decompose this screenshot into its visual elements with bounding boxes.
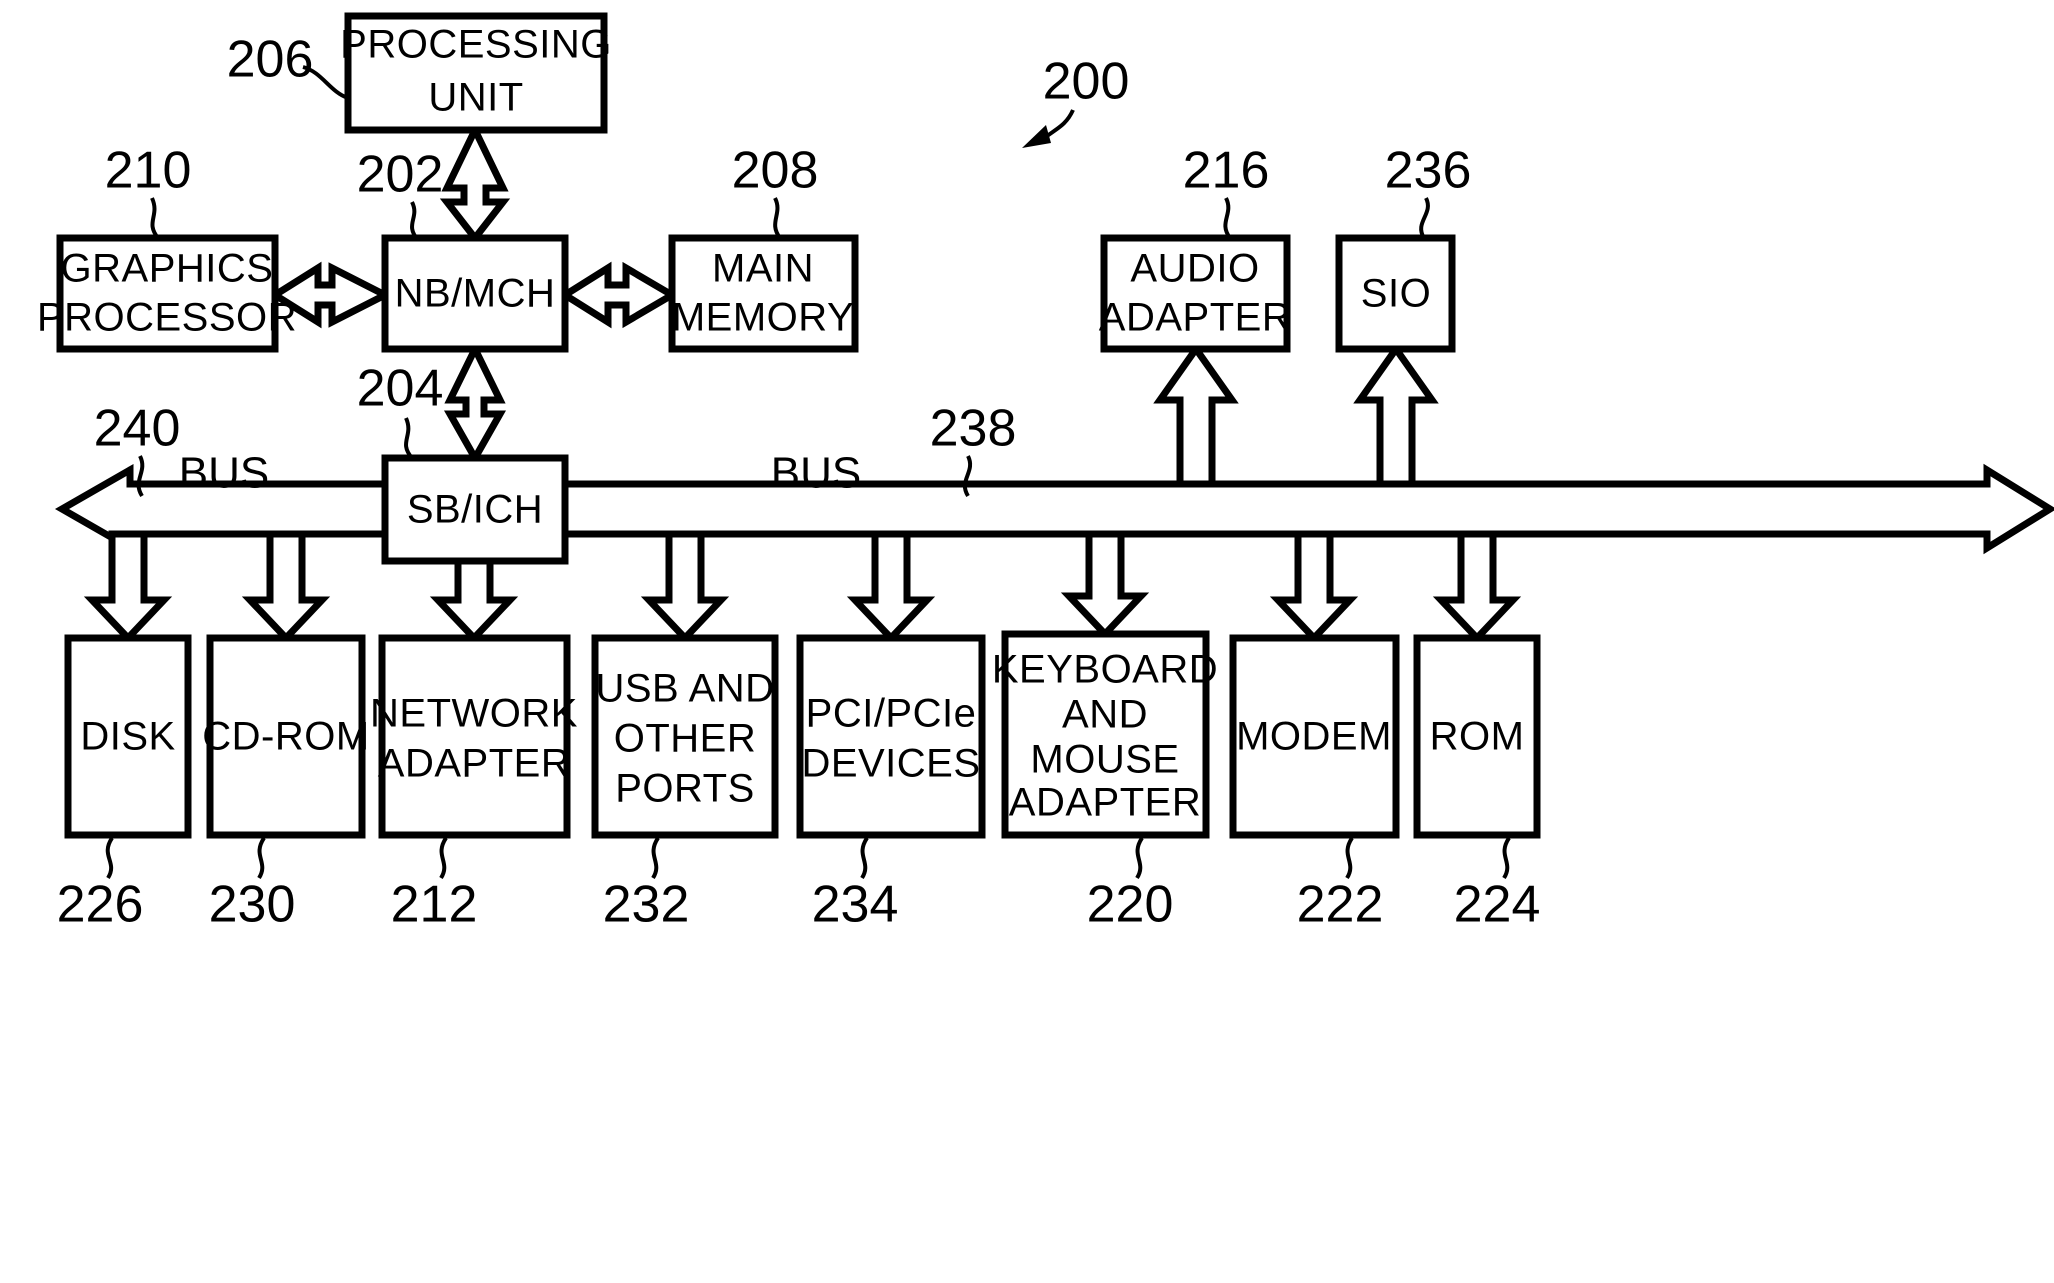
box-keyboard-and-mouse-adapter[interactable]: KEYBOARD AND MOUSE ADAPTER — [992, 630, 1218, 839]
nb-mch-label: NB/MCH — [395, 272, 556, 316]
box-audio-adapter[interactable]: AUDIO ADAPTER — [1099, 234, 1291, 353]
riser-stem-sio — [1353, 342, 1439, 488]
bus-riser-stems — [1153, 342, 1439, 488]
ref-234: 234 — [812, 876, 899, 934]
graphics-processor-label-line1: GRAPHICS — [61, 247, 274, 291]
processing-unit-label-line1: PROCESSING — [340, 23, 612, 67]
box-sio[interactable]: SIO — [1335, 234, 1456, 353]
box-main-memory[interactable]: MAIN MEMORY — [668, 234, 859, 353]
pci-label-line1: PCI/PCIe — [806, 692, 977, 736]
arrow-nbmch-memory — [558, 261, 679, 329]
leader-216 — [1223, 197, 1232, 240]
ref-222: 222 — [1297, 876, 1384, 934]
box-modem[interactable]: MODEM — [1229, 634, 1400, 839]
box-cd-rom[interactable]: CD-ROM — [202, 634, 369, 839]
network-adapter-rect[interactable] — [378, 634, 571, 839]
leader-202 — [410, 201, 420, 242]
leader-204 — [404, 417, 414, 460]
sio-label: SIO — [1361, 272, 1431, 316]
audio-adapter-label-line1: AUDIO — [1130, 247, 1259, 291]
pci-pcie-devices-rect[interactable] — [796, 634, 986, 839]
main-memory-label-line1: MAIN — [712, 247, 814, 291]
drop-stem-disk — [83, 530, 173, 644]
kbm-label-line1: KEYBOARD — [992, 648, 1218, 692]
leader-212 — [439, 836, 448, 880]
kbm-label-line3: MOUSE — [1030, 738, 1179, 782]
drop-stem-usb — [640, 530, 730, 644]
ref-236: 236 — [1385, 142, 1472, 200]
block-diagram: PROCESSING UNIT GRAPHICS PROCESSOR NB/MC… — [37, 12, 2054, 934]
ref-204: 204 — [357, 360, 444, 418]
drop-stem-network — [429, 557, 519, 644]
box-disk[interactable]: DISK — [64, 634, 192, 839]
box-processing-unit[interactable]: PROCESSING UNIT — [340, 12, 612, 134]
rom-label: ROM — [1430, 715, 1525, 759]
figure-ref-number: 200 — [1043, 53, 1130, 111]
processing-unit-label-line2: UNIT — [428, 76, 523, 120]
ref-232: 232 — [603, 876, 690, 934]
ref-216: 216 — [1183, 142, 1270, 200]
drop-stem-rom — [1432, 530, 1522, 644]
bus-drop-stems — [83, 530, 1522, 644]
usb-label-line3: PORTS — [615, 767, 755, 811]
bus-label-right: BUS — [771, 449, 861, 498]
leader-224 — [1502, 836, 1511, 880]
figure-reference-200: 200 — [1022, 53, 1129, 148]
cd-rom-label: CD-ROM — [202, 715, 369, 759]
leader-220 — [1135, 836, 1144, 880]
figure-canvas: PROCESSING UNIT GRAPHICS PROCESSOR NB/MC… — [0, 0, 2054, 1283]
leader-210 — [150, 197, 160, 240]
ref-224: 224 — [1454, 876, 1541, 934]
leader-208 — [773, 197, 782, 240]
drop-stem-cdrom — [241, 530, 331, 644]
arrow-pu-nbmch — [439, 121, 511, 244]
box-rom[interactable]: ROM — [1413, 634, 1541, 839]
leader-232 — [651, 836, 660, 880]
box-nb-mch[interactable]: NB/MCH — [381, 234, 569, 353]
ref-212: 212 — [391, 876, 478, 934]
box-sb-ich[interactable]: SB/ICH — [381, 454, 569, 565]
modem-label: MODEM — [1236, 715, 1392, 759]
drop-stem-pci — [846, 530, 936, 644]
ref-210: 210 — [105, 142, 192, 200]
drop-stem-modem — [1269, 530, 1359, 644]
graphics-processor-label-line2: PROCESSOR — [37, 296, 297, 340]
ref-240: 240 — [94, 400, 181, 458]
figure-ref-arrowhead — [1022, 125, 1051, 148]
leader-236 — [1419, 197, 1430, 240]
leader-222 — [1345, 836, 1354, 880]
bus-label-left: BUS — [179, 449, 269, 498]
leader-234 — [860, 836, 869, 880]
ref-220: 220 — [1087, 876, 1174, 934]
leader-226 — [105, 836, 114, 880]
usb-label-line2: OTHER — [614, 717, 757, 761]
usb-label-line1: USB AND — [595, 667, 774, 711]
network-adapter-label-line1: NETWORK — [370, 692, 578, 736]
bus-spine — [54, 463, 2054, 555]
ref-226: 226 — [57, 876, 144, 934]
ref-206: 206 — [227, 31, 314, 89]
arrow-nbmch-sbich — [443, 341, 507, 466]
network-adapter-label-line2: ADAPTER — [378, 742, 570, 786]
kbm-label-line4: ADAPTER — [1009, 781, 1201, 825]
leader-230 — [257, 836, 266, 880]
box-pci-pcie-devices[interactable]: PCI/PCIe DEVICES — [796, 634, 986, 839]
box-usb-and-other-ports[interactable]: USB AND OTHER PORTS — [591, 634, 779, 839]
riser-stem-audio — [1153, 342, 1239, 488]
ref-202: 202 — [357, 146, 444, 204]
sb-ich-label: SB/ICH — [407, 488, 543, 532]
component-boxes: PROCESSING UNIT GRAPHICS PROCESSOR NB/MC… — [37, 12, 1541, 839]
audio-adapter-label-line2: ADAPTER — [1099, 296, 1291, 340]
ref-230: 230 — [209, 876, 296, 934]
ref-238: 238 — [930, 400, 1017, 458]
main-memory-label-line2: MEMORY — [672, 296, 854, 340]
kbm-label-line2: AND — [1062, 693, 1148, 737]
pci-label-line2: DEVICES — [801, 742, 980, 786]
box-network-adapter[interactable]: NETWORK ADAPTER — [370, 634, 578, 839]
ref-208: 208 — [732, 142, 819, 200]
disk-label: DISK — [80, 715, 175, 759]
drop-stem-keyboard — [1060, 530, 1150, 640]
box-graphics-processor[interactable]: GRAPHICS PROCESSOR — [37, 234, 297, 353]
